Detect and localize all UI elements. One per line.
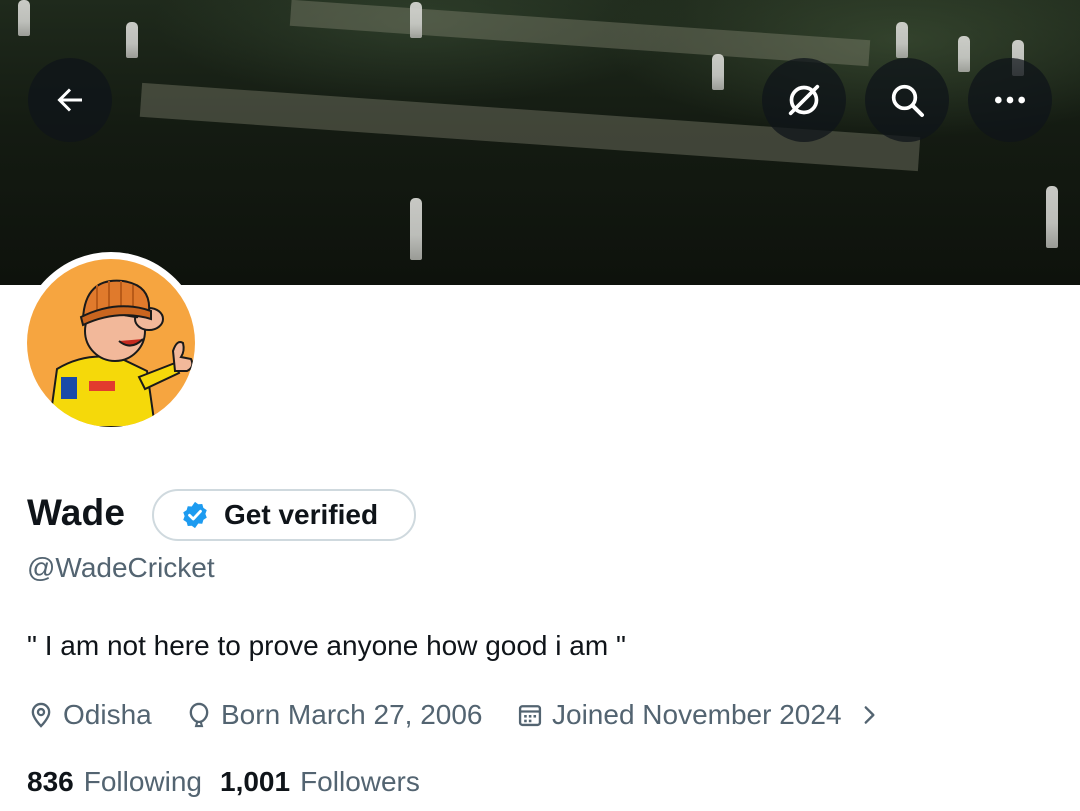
fielder bbox=[896, 22, 908, 58]
search-icon bbox=[891, 84, 924, 117]
location-pin-icon bbox=[31, 702, 51, 728]
location-text: Odisha bbox=[63, 699, 152, 730]
profile-bio: " I am not here to prove anyone how good… bbox=[27, 630, 626, 661]
display-name: Wade bbox=[27, 492, 126, 533]
cartoon-avatar-icon bbox=[47, 279, 194, 427]
slashed-circle-icon bbox=[788, 84, 820, 116]
fielder bbox=[410, 198, 422, 260]
followers-label: Followers bbox=[300, 766, 420, 797]
location-item: Odisha bbox=[27, 697, 152, 733]
calendar-icon bbox=[518, 705, 542, 727]
avatar[interactable] bbox=[27, 259, 195, 427]
profile-banner[interactable] bbox=[0, 0, 1080, 285]
batsman bbox=[410, 2, 422, 38]
fielder bbox=[18, 0, 30, 36]
fielder bbox=[712, 54, 724, 90]
joined-item[interactable]: Joined November 2024 bbox=[516, 697, 882, 733]
user-handle: @WadeCricket bbox=[27, 552, 215, 583]
arrow-left-icon bbox=[57, 88, 82, 112]
joined-text: Joined November 2024 bbox=[552, 699, 842, 730]
get-verified-label: Get verified bbox=[224, 499, 379, 530]
get-verified-button[interactable]: Get verified bbox=[152, 489, 416, 541]
following-count: 836 bbox=[27, 766, 74, 797]
followers-count: 1,001 bbox=[220, 766, 291, 797]
chevron-right-icon bbox=[864, 706, 875, 724]
following-label: Following bbox=[83, 766, 202, 797]
following-link[interactable]: 836 Following bbox=[27, 766, 202, 798]
search-button[interactable] bbox=[865, 58, 949, 142]
verified-badge-icon bbox=[183, 501, 207, 529]
fielder bbox=[126, 22, 138, 58]
more-horizontal-icon bbox=[995, 96, 1025, 104]
followers-link[interactable]: 1,001 Followers bbox=[220, 766, 420, 798]
grok-button[interactable] bbox=[762, 58, 846, 142]
fielder bbox=[1046, 186, 1058, 248]
more-button[interactable] bbox=[968, 58, 1052, 142]
birthday-text: Born March 27, 2006 bbox=[221, 699, 483, 730]
back-button[interactable] bbox=[28, 58, 112, 142]
pitch-strip bbox=[289, 0, 871, 67]
bowler bbox=[958, 36, 970, 72]
balloon-icon bbox=[189, 702, 209, 728]
birthday-item: Born March 27, 2006 bbox=[185, 697, 483, 733]
follow-stats: 836 Following 1,001 Followers bbox=[27, 766, 420, 798]
